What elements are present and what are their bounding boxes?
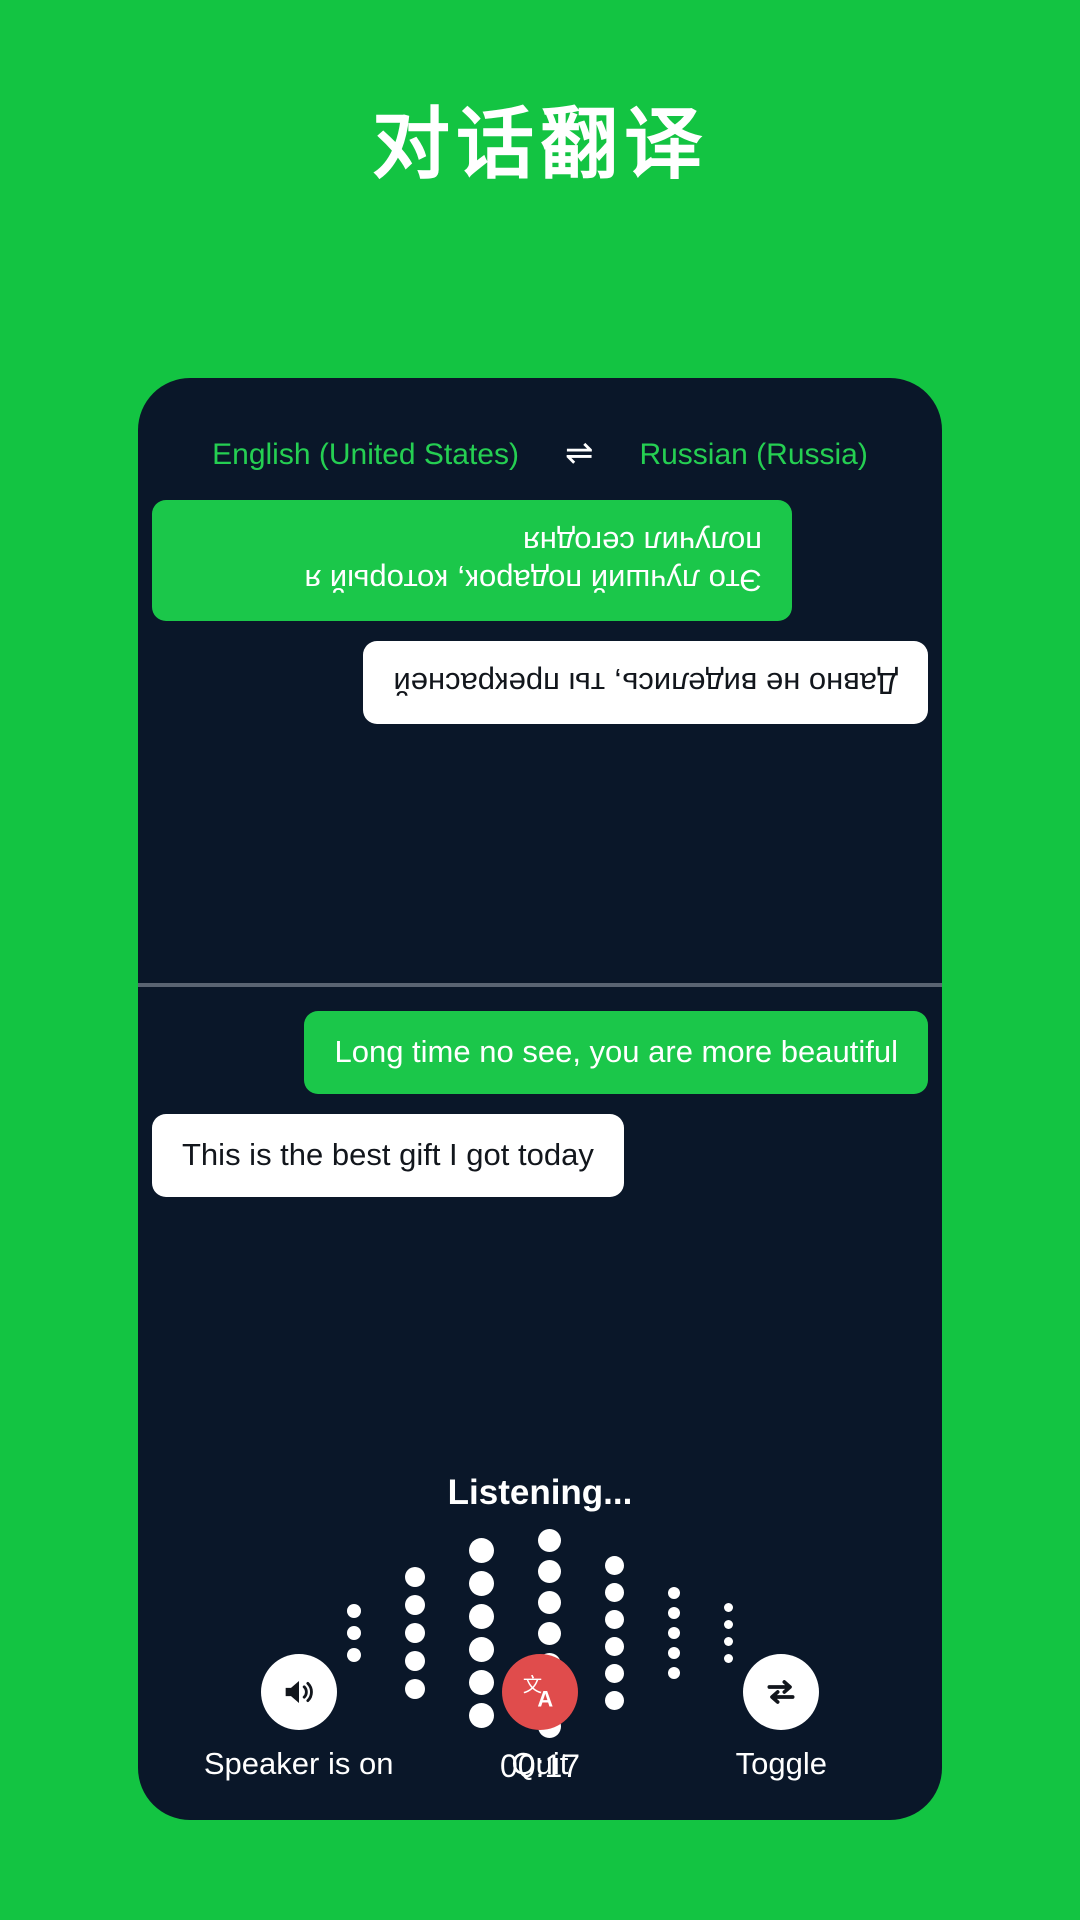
toggle-button-circle[interactable] [743,1654,820,1730]
speaker-button-circle[interactable] [260,1654,337,1730]
waveform-dot [605,1556,624,1575]
toggle-button-label: Toggle [735,1746,827,1781]
swap-languages-icon[interactable]: ⇌ [565,436,594,470]
message-bubble[interactable]: Это лучший подарок, который я получил се… [152,500,792,622]
waveform-dot [724,1637,733,1646]
message-row: Это лучший подарок, который я получил се… [152,500,928,622]
speaker-button[interactable]: Speaker is on [179,1654,419,1782]
quit-button-label: Quit [511,1746,569,1781]
conversation-top-half: Давно не виделись, ты прекрасней Это луч… [138,476,942,983]
language-bar: English (United States) ⇌ Russian (Russi… [138,436,942,472]
message-bubble[interactable]: Long time no see, you are more beautiful [304,1011,928,1094]
translate-icon: 文 A [523,1673,554,1712]
swap-arrows-icon [767,1680,795,1704]
waveform-dot [347,1604,361,1618]
waveform-dot [405,1567,425,1587]
waveform-dot [538,1559,561,1583]
control-bar: Speaker is on 文 A Quit Toggle [138,1654,942,1782]
waveform-dot [724,1603,733,1612]
waveform-dot [538,1590,561,1614]
waveform-dot [538,1621,561,1645]
waveform-dot [668,1607,680,1619]
waveform-dot [469,1604,494,1629]
waveform-dot [347,1626,361,1640]
conversation-panel: English (United States) ⇌ Russian (Russi… [138,378,942,1820]
svg-text:A: A [537,1687,553,1712]
quit-button-circle[interactable]: 文 A [501,1654,578,1730]
message-row: Long time no see, you are more beautiful [152,1011,928,1094]
waveform-dot [605,1610,624,1629]
waveform-dot [668,1587,680,1599]
speaker-button-label: Speaker is on [203,1746,394,1781]
conversation-bottom-half: Long time no see, you are more beautiful… [138,987,942,1467]
waveform-dot [469,1571,494,1596]
waveform-dot [405,1595,425,1615]
toggle-button[interactable]: Toggle [661,1654,901,1782]
waveform-dot [724,1620,733,1629]
page-title: 对话翻译 [371,100,708,188]
listening-status: Listening... [447,1473,633,1512]
message-bubble[interactable]: Давно не виделись, ты прекрасней [363,641,928,725]
app-screen: 对话翻译 English (United States) ⇌ Russian (… [0,0,1080,1920]
message-row: This is the best gift I got today [152,1113,928,1197]
quit-button[interactable]: 文 A Quit [420,1654,660,1782]
waveform-dot [605,1583,624,1602]
waveform-dot [668,1627,680,1639]
waveform-dot [538,1528,561,1552]
message-bubble[interactable]: This is the best gift I got today [152,1113,624,1197]
message-row: Давно не виделись, ты прекрасней [152,641,928,725]
target-language-label[interactable]: Russian (Russia) [639,438,867,472]
source-language-label[interactable]: English (United States) [212,438,519,472]
waveform-dot [405,1623,425,1643]
speaker-on-icon [285,1681,313,1703]
waveform-dot [469,1538,494,1563]
